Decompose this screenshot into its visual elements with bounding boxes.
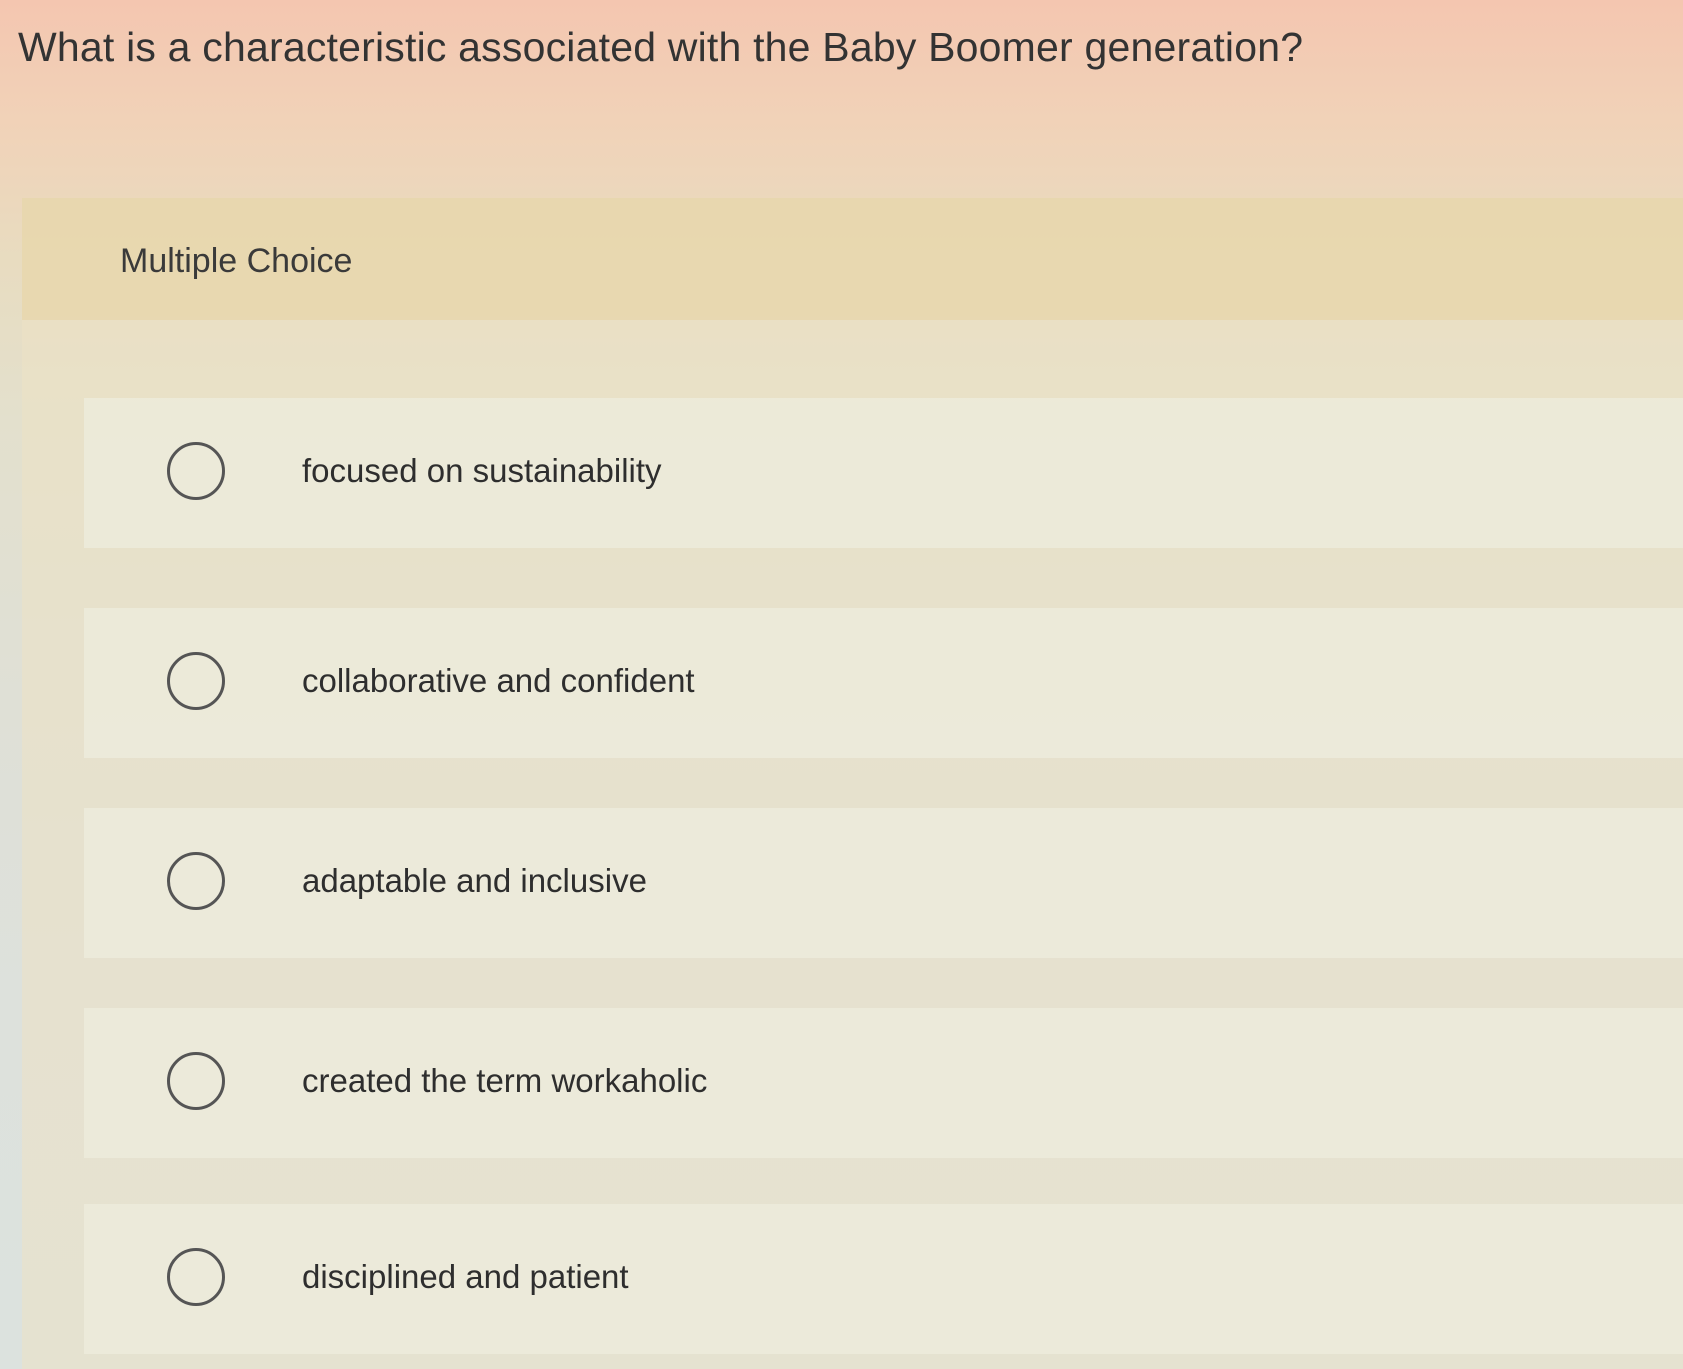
option-label: focused on sustainability [302, 452, 662, 489]
answer-panel: Multiple Choice focused on sustainabilit… [22, 198, 1683, 1369]
panel-header: Multiple Choice [22, 198, 1683, 320]
option-1[interactable]: focused on sustainability [84, 398, 1683, 548]
option-5[interactable]: disciplined and patient [84, 1204, 1683, 1354]
option-3[interactable]: adaptable and inclusive [84, 808, 1683, 958]
radio-button-icon[interactable] [167, 652, 225, 710]
radio-button-icon[interactable] [167, 1052, 225, 1110]
option-2[interactable]: collaborative and confident [84, 608, 1683, 758]
question-text: What is a characteristic associated with… [18, 24, 1304, 70]
option-label: disciplined and patient [302, 1258, 629, 1295]
radio-button-icon[interactable] [167, 442, 225, 500]
option-4[interactable]: created the term workaholic [84, 1008, 1683, 1158]
option-label: adaptable and inclusive [302, 862, 647, 899]
radio-button-icon[interactable] [167, 1248, 225, 1306]
option-label: created the term workaholic [302, 1062, 708, 1099]
radio-button-icon[interactable] [167, 852, 225, 910]
option-label: collaborative and confident [302, 662, 695, 699]
question-type-label: Multiple Choice [120, 242, 353, 280]
